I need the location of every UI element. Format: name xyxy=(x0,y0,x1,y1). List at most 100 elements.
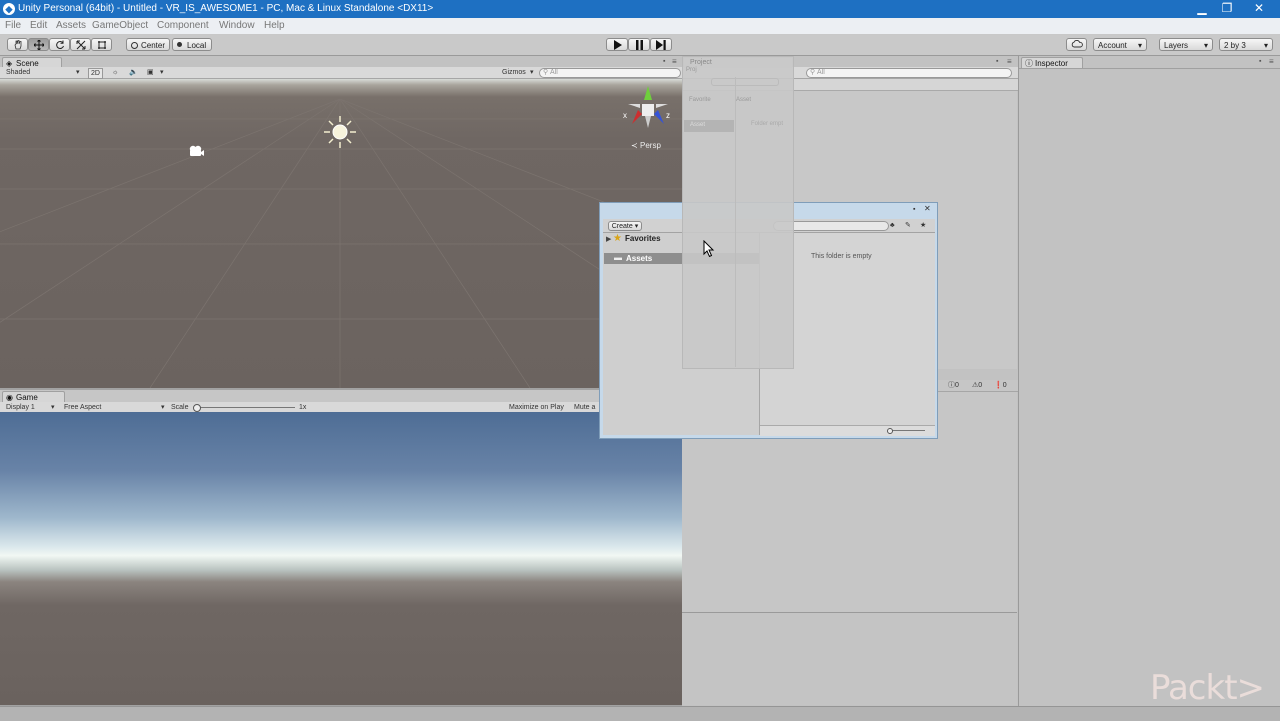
rect-tool-button[interactable] xyxy=(91,38,112,51)
pivot-center-button[interactable]: Center xyxy=(126,38,170,51)
unity-logo-icon: ◆ xyxy=(3,3,15,15)
restore-button[interactable]: ❐ xyxy=(1213,0,1241,18)
scale-slider-thumb[interactable] xyxy=(193,404,201,412)
collab-cloud-button[interactable] xyxy=(1066,38,1087,51)
minimize-button[interactable]: ▁ xyxy=(1188,0,1216,18)
hierarchy-search-input[interactable]: ⚲ All xyxy=(806,68,1012,78)
filter-label-icon[interactable]: ✎ xyxy=(905,221,911,230)
dropdown-arrow-icon: ▾ xyxy=(51,404,55,411)
scene-search-placeholder: All xyxy=(550,69,558,76)
menu-edit[interactable]: Edit xyxy=(30,20,47,31)
shading-dropdown[interactable]: Shaded xyxy=(6,68,30,77)
project-panel-ghost: Project Proj Favorite Asset Asset Folder… xyxy=(682,56,794,369)
favorite-star-icon[interactable]: ★ xyxy=(920,221,926,230)
console-log-count[interactable]: ⓘ0 xyxy=(948,381,959,390)
lock-icon[interactable]: ▪ xyxy=(996,58,998,65)
effects-icon[interactable]: ▣ xyxy=(147,68,154,77)
layout-label: 2 by 3 xyxy=(1224,41,1246,50)
panel-menu-icon[interactable]: ≡ xyxy=(1269,57,1274,66)
maximize-on-play-toggle[interactable]: Maximize on Play xyxy=(509,403,564,412)
display-dropdown[interactable]: Display 1 xyxy=(6,403,35,412)
menu-bar: File Edit Assets GameObject Component Wi… xyxy=(0,18,1280,35)
close-icon[interactable]: ✕ xyxy=(924,204,931,213)
scene-viewport[interactable]: x z ≺ Persp xyxy=(0,79,682,388)
layers-dropdown[interactable]: Layers ▾ xyxy=(1159,38,1213,51)
icon-size-slider[interactable] xyxy=(890,430,925,431)
console-error-count[interactable]: ❗0 xyxy=(994,381,1007,390)
pause-button[interactable] xyxy=(628,38,650,51)
aspect-dropdown[interactable]: Free Aspect xyxy=(64,403,101,412)
scene-control-bar: Shaded ▾ 2D ☼ 🔈 ▣ ▾ Gizmos ▾ ⚲ All xyxy=(0,67,682,79)
menu-component[interactable]: Component xyxy=(157,20,209,31)
menu-assets[interactable]: Assets xyxy=(56,20,86,31)
info-icon: ⓘ xyxy=(948,382,955,389)
icon-size-slider-thumb[interactable] xyxy=(887,428,893,434)
lighting-icon[interactable]: ☼ xyxy=(112,68,118,77)
layout-dropdown[interactable]: 2 by 3 ▾ xyxy=(1219,38,1273,51)
panel-menu-icon[interactable]: ≡ xyxy=(1007,57,1012,66)
dropdown-arrow-icon: ▾ xyxy=(1137,41,1142,50)
directional-light-icon[interactable] xyxy=(322,114,358,150)
filter-type-icon[interactable]: ♣ xyxy=(890,221,895,230)
2d-toggle[interactable]: 2D xyxy=(88,68,103,79)
create-dropdown[interactable]: Create ▾ xyxy=(608,221,642,231)
dropdown-arrow-icon: ▾ xyxy=(530,69,534,76)
scale-slider[interactable] xyxy=(195,407,295,408)
panel-menu-icon[interactable]: ≡ xyxy=(672,57,677,66)
menu-gameobject[interactable]: GameObject xyxy=(92,20,148,31)
play-icon xyxy=(613,40,622,50)
audio-icon[interactable]: 🔈 xyxy=(129,68,138,77)
mute-audio-toggle[interactable]: Mute a xyxy=(574,403,595,412)
play-button[interactable] xyxy=(606,38,628,51)
console-warning-count[interactable]: ⚠0 xyxy=(972,381,982,390)
search-icon: ⚲ xyxy=(810,69,816,76)
scale-tool-button[interactable] xyxy=(70,38,91,51)
ghost-assets-label: Asset xyxy=(690,122,706,128)
window-title: Unity Personal (64bit) - Untitled - VR_I… xyxy=(18,3,434,14)
inspector-tab-strip: ⓘ Inspector ▪ ≡ xyxy=(1019,56,1280,69)
camera-icon[interactable] xyxy=(187,144,205,158)
gizmos-dropdown[interactable]: Gizmos xyxy=(502,68,526,77)
local-icon xyxy=(177,42,182,47)
hierarchy-search-placeholder: All xyxy=(817,69,825,76)
lock-icon[interactable]: ▪ xyxy=(1259,58,1261,65)
hand-tool-button[interactable] xyxy=(7,38,28,51)
inspector-tab-label: Inspector xyxy=(1035,59,1068,68)
scene-search-input[interactable]: ⚲ All xyxy=(539,68,681,78)
favorites-item[interactable]: Favorites xyxy=(625,234,661,243)
search-icon: ⚲ xyxy=(543,69,549,76)
pivot-local-button[interactable]: Local xyxy=(172,38,212,51)
cloud-icon xyxy=(1071,40,1083,48)
lock-icon[interactable]: ▪ xyxy=(663,58,665,65)
dropdown-arrow-icon: ▾ xyxy=(161,404,165,411)
mouse-cursor-icon xyxy=(703,240,715,258)
menu-window[interactable]: Window xyxy=(219,20,255,31)
persp-label[interactable]: Persp xyxy=(640,141,661,150)
move-tool-button[interactable] xyxy=(28,38,49,51)
game-tab-label: Game xyxy=(16,393,38,402)
tab-game[interactable]: ◉ Game xyxy=(2,391,65,402)
rotate-tool-button[interactable] xyxy=(49,38,70,51)
game-viewport[interactable] xyxy=(0,412,682,705)
lock-icon[interactable]: ▪ xyxy=(913,206,915,213)
persp-icon: ≺ xyxy=(631,141,638,150)
menu-file[interactable]: File xyxy=(5,20,21,31)
ghost-assets-header: Asset xyxy=(736,97,752,103)
orientation-gizmo[interactable] xyxy=(620,84,676,136)
empty-folder-message: This folder is empty xyxy=(811,253,872,260)
step-button[interactable] xyxy=(650,38,672,51)
ghost-assets-selected: Asset xyxy=(684,120,734,132)
account-dropdown[interactable]: Account ▾ xyxy=(1093,38,1147,51)
pivot-local-label: Local xyxy=(187,41,207,50)
tab-inspector[interactable]: ⓘ Inspector xyxy=(1021,57,1083,68)
assets-label: Assets xyxy=(626,254,653,263)
project-popup-footer xyxy=(760,425,935,436)
expand-arrow-icon[interactable]: ▶ xyxy=(606,235,611,243)
ghost-project-tab: Project xyxy=(690,59,712,66)
ghost-tab-strip: Project xyxy=(684,58,792,68)
close-button[interactable]: ✕ xyxy=(1245,0,1273,18)
menu-help[interactable]: Help xyxy=(264,20,285,31)
star-icon: ★ xyxy=(613,233,622,244)
dropdown-arrow-icon: ▾ xyxy=(1263,41,1268,50)
hand-icon xyxy=(14,40,21,50)
